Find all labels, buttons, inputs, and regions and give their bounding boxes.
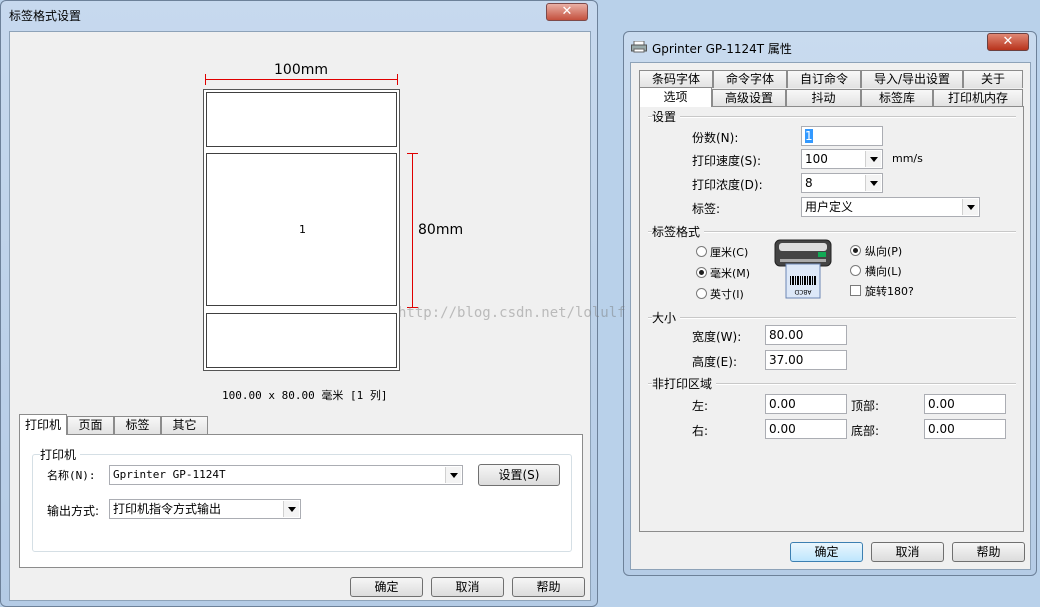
unit-mm-label: 毫米(M): [710, 267, 751, 280]
top-margin-input[interactable]: 0.00: [924, 394, 1006, 414]
size-group-title: 大小: [652, 309, 681, 326]
bottom-margin-input[interactable]: 0.00: [924, 419, 1006, 439]
watermark-text: http://blog.csdn.net/lolulf: [398, 305, 626, 321]
label-preview: 100mm 1 80mm 100.00 x 80.00 毫米 [1 列]: [10, 32, 590, 412]
rotate-checkbox[interactable]: [850, 285, 861, 296]
printer-settings-button[interactable]: 设置(S): [478, 464, 560, 486]
height-input[interactable]: 37.00: [765, 350, 847, 370]
tab-printer-memory[interactable]: 打印机内存: [933, 89, 1023, 106]
tab-about[interactable]: 关于: [963, 70, 1023, 88]
height-dimension-line: [412, 153, 413, 308]
label-bottom-strip: [206, 313, 397, 368]
chevron-down-icon: [283, 501, 299, 517]
chevron-down-icon: [445, 467, 461, 483]
chevron-down-icon: [865, 175, 881, 191]
help-button[interactable]: 帮助: [512, 577, 585, 597]
nonprint-group-title: 非打印区域: [652, 375, 717, 392]
cancel-button[interactable]: 取消: [871, 542, 944, 562]
portrait-label: 纵向(P): [865, 245, 903, 258]
label-main: 1: [206, 153, 397, 306]
printer-icon: [631, 40, 647, 53]
settings-group-title: 设置: [652, 108, 681, 125]
left-margin-input[interactable]: 0.00: [765, 394, 847, 414]
options-panel: 设置 份数(N): 1 打印速度(S): 100 mm/s 打印浓度(D): 8…: [639, 106, 1024, 532]
chevron-down-icon: [865, 151, 881, 167]
label-top-strip: [206, 92, 397, 147]
unit-mm-radio[interactable]: [696, 267, 707, 278]
name-label: 名称(N):: [47, 469, 96, 482]
tab-advanced[interactable]: 高级设置: [712, 89, 786, 106]
density-label: 打印浓度(D):: [692, 178, 763, 192]
portrait-radio[interactable]: [850, 245, 861, 256]
icon-text: ABCD: [794, 288, 811, 295]
right-margin-label: 右:: [692, 424, 709, 438]
tab-custom-command[interactable]: 自订命令: [787, 70, 861, 88]
unit-inch-label: 英寸(I): [710, 288, 744, 301]
printer-group-title: 打印机: [40, 446, 81, 463]
width-input[interactable]: 80.00: [765, 325, 847, 345]
landscape-radio[interactable]: [850, 265, 861, 276]
ok-button[interactable]: 确定: [350, 577, 423, 597]
label-number: 1: [299, 223, 306, 236]
label-type-label: 标签:: [692, 202, 721, 216]
unit-inch-radio[interactable]: [696, 288, 707, 299]
speed-select[interactable]: 100: [801, 149, 883, 169]
preview-caption: 100.00 x 80.00 毫米 [1 列]: [222, 389, 388, 402]
left-margin-label: 左:: [692, 399, 709, 413]
tab-barcode-font[interactable]: 条码字体: [639, 70, 713, 88]
speed-label: 打印速度(S):: [692, 154, 762, 168]
height-label: 高度(E):: [692, 355, 737, 369]
close-icon: ✕: [561, 4, 573, 19]
right-client-area: 条码字体 命令字体 自订命令 导入/导出设置 关于 选项 高级设置 抖动 标签库…: [630, 62, 1031, 570]
printer-name-select[interactable]: Gprinter GP-1124T: [109, 465, 463, 485]
right-margin-input[interactable]: 0.00: [765, 419, 847, 439]
cancel-button[interactable]: 取消: [431, 577, 504, 597]
window-title: 标签格式设置: [9, 9, 82, 23]
label-type-select[interactable]: 用户定义: [801, 197, 980, 217]
chevron-down-icon: [962, 199, 978, 215]
top-margin-label: 顶部:: [851, 399, 880, 413]
width-dimension-text: 100mm: [274, 62, 328, 78]
close-button[interactable]: ✕: [546, 3, 588, 21]
close-button[interactable]: ✕: [987, 33, 1029, 51]
width-dimension-line: [205, 79, 398, 80]
landscape-label: 横向(L): [865, 265, 902, 278]
output-label: 输出方式:: [47, 504, 100, 518]
height-dimension-text: 80mm: [418, 222, 464, 238]
tab-options[interactable]: 选项: [639, 87, 712, 107]
tab-panel: 打印机 名称(N): Gprinter GP-1124T 设置(S) 输出方式:…: [19, 434, 583, 568]
unit-cm-label: 厘米(C): [710, 246, 749, 259]
format-group-title: 标签格式: [652, 223, 705, 240]
ok-button[interactable]: 确定: [790, 542, 863, 562]
speed-unit: mm/s: [892, 152, 923, 165]
copies-input[interactable]: 1: [801, 126, 883, 146]
tab-label-library[interactable]: 标签库: [861, 89, 933, 106]
copies-label: 份数(N):: [692, 131, 739, 145]
width-label: 宽度(W):: [692, 330, 742, 344]
tab-printer[interactable]: 打印机: [19, 414, 67, 435]
output-mode-select[interactable]: 打印机指令方式输出: [109, 499, 301, 519]
rotate-label: 旋转180?: [865, 285, 914, 298]
tab-import-export[interactable]: 导入/导出设置: [861, 70, 963, 88]
printer-orientation-icon: ABCD: [774, 238, 834, 300]
printer-properties-window: Gprinter GP-1124T 属性 ✕ 条码字体 命令字体 自订命令 导入…: [623, 31, 1037, 576]
tab-page[interactable]: 页面: [67, 416, 114, 434]
unit-cm-radio[interactable]: [696, 246, 707, 257]
help-button[interactable]: 帮助: [952, 542, 1025, 562]
label-format-window: 标签格式设置 ✕ 100mm 1 80mm 100.00 x 80.00 毫米 …: [0, 0, 598, 607]
bottom-margin-label: 底部:: [851, 424, 880, 438]
tab-other[interactable]: 其它: [161, 416, 208, 434]
window-title: Gprinter GP-1124T 属性: [652, 42, 792, 56]
close-icon: ✕: [1002, 34, 1014, 49]
tab-command-font[interactable]: 命令字体: [713, 70, 787, 88]
tab-label[interactable]: 标签: [114, 416, 161, 434]
tab-dither[interactable]: 抖动: [786, 89, 861, 106]
density-select[interactable]: 8: [801, 173, 883, 193]
